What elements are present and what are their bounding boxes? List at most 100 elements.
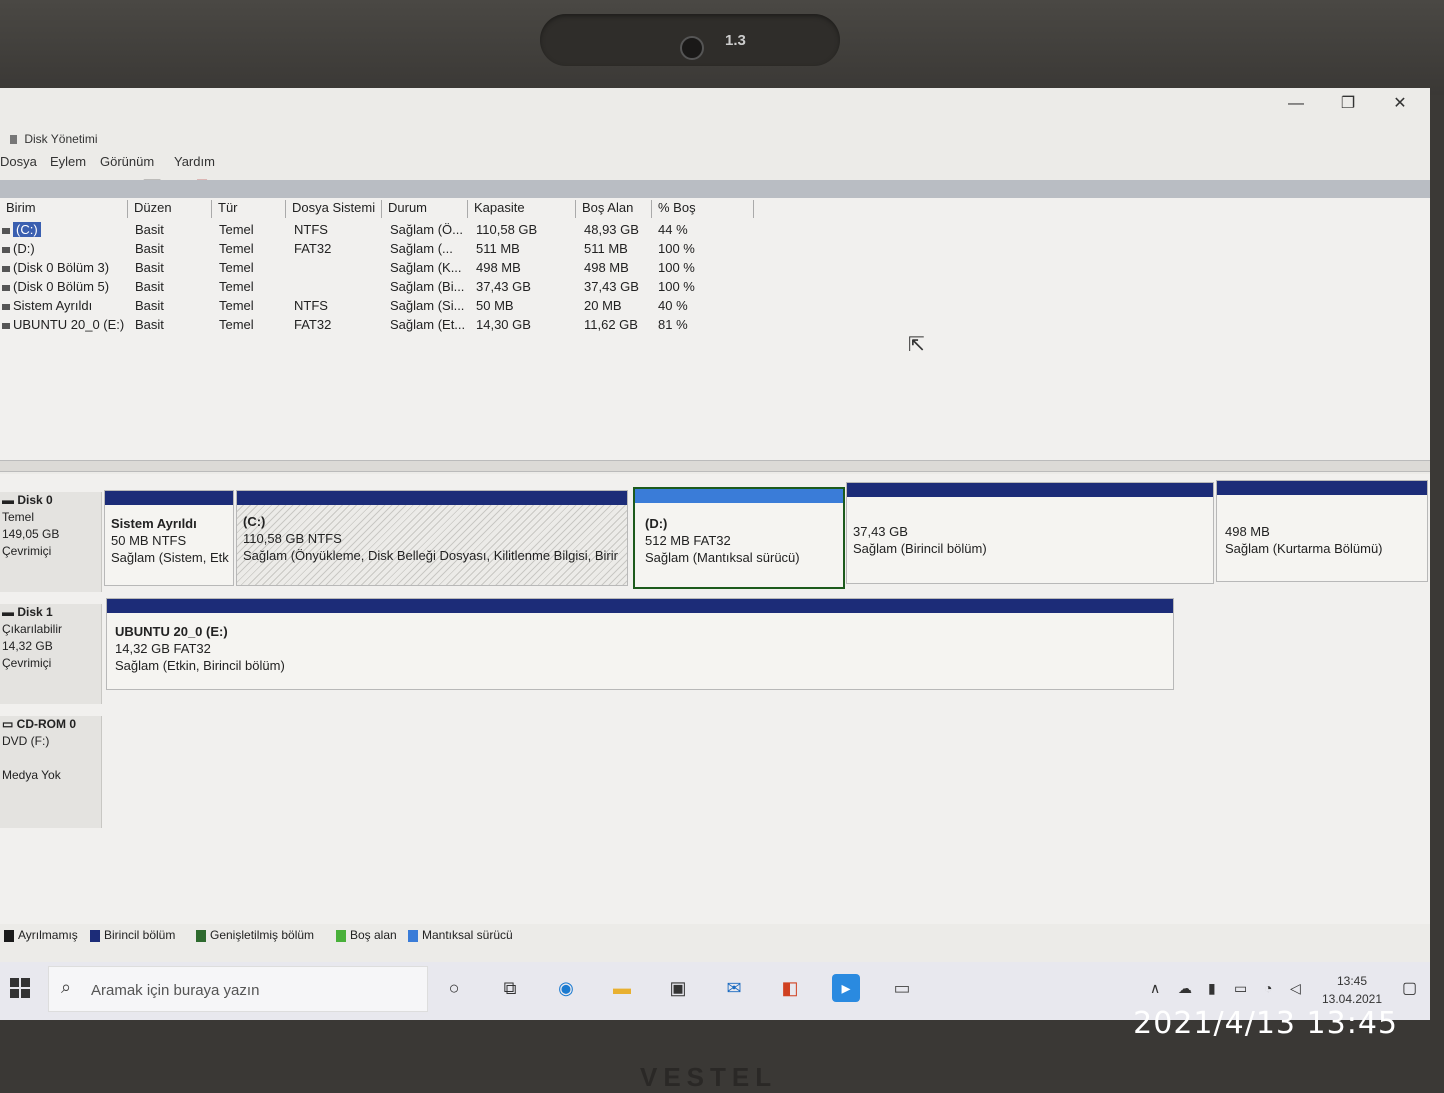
partition-system-reserved[interactable]: Sistem Ayrıldı 50 MB NTFS Sağlam (Sistem…: [104, 490, 234, 586]
pct-cell: 40 %: [658, 298, 688, 313]
legend-unallocated: Ayrılmamış: [4, 928, 78, 942]
column-header-bos-alan[interactable]: Boş Alan: [576, 200, 652, 218]
onedrive-icon[interactable]: ☁: [1178, 980, 1192, 997]
type-cell: Temel: [219, 241, 254, 256]
free-cell: 37,43 GB: [584, 279, 639, 294]
file-explorer-icon[interactable]: ▬: [608, 974, 636, 1002]
layout-cell: Basit: [135, 298, 164, 313]
partition-disk0-5[interactable]: 37,43 GB Sağlam (Birincil bölüm): [846, 482, 1214, 584]
partition-size: 498 MB: [1225, 524, 1270, 539]
table-row[interactable]: Sistem Ayrıldı Basit Temel NTFS Sağlam (…: [0, 298, 760, 316]
battery-icon[interactable]: ▭: [1234, 980, 1247, 997]
column-header-kapasite[interactable]: Kapasite: [468, 200, 576, 218]
primary-partition-band: [107, 599, 1173, 613]
drive-icon: [2, 284, 10, 291]
legend-free-space: Boş alan: [336, 928, 397, 942]
primary-partition-band: [105, 491, 233, 505]
table-row[interactable]: (Disk 0 Bölüm 3) Basit Temel Sağlam (K..…: [0, 260, 760, 278]
window-titlebar: Disk Yönetimi — ❐ ✕: [0, 88, 1430, 146]
partition-d[interactable]: (D:) 512 MB FAT32 Sağlam (Mantıksal sürü…: [633, 487, 845, 589]
task-view-icon[interactable]: ⧉: [496, 974, 524, 1002]
menu-gorunum[interactable]: Görünüm: [100, 154, 154, 169]
zoom-icon[interactable]: ▸: [832, 974, 860, 1002]
layout-cell: Basit: [135, 317, 164, 332]
taskbar-clock[interactable]: 13:45 13.04.2021: [1314, 972, 1390, 1008]
legend-extended: Genişletilmiş bölüm: [196, 928, 314, 942]
fs-cell: FAT32: [294, 241, 332, 256]
column-header-duzen[interactable]: Düzen: [128, 200, 212, 218]
partition-size: 512 MB FAT32: [645, 533, 731, 548]
status-cell: Sağlam (Et...: [390, 317, 466, 332]
cdrom-0-size: [2, 750, 101, 767]
cortana-icon[interactable]: ○: [440, 974, 468, 1002]
cdrom-0-label[interactable]: ▭ CD-ROM 0 DVD (F:) Medya Yok: [0, 716, 102, 828]
partition-status: Sağlam (Önyükleme, Disk Belleği Dosyası,…: [243, 548, 618, 563]
pct-cell: 81 %: [658, 317, 688, 332]
column-header-tur[interactable]: Tür: [212, 200, 286, 218]
office-icon[interactable]: ◧: [776, 974, 804, 1002]
notifications-icon[interactable]: ▢: [1402, 978, 1417, 998]
partition-size: 14,32 GB FAT32: [115, 641, 211, 656]
free-cell: 511 MB: [584, 241, 628, 256]
pane-splitter[interactable]: [0, 460, 1430, 472]
column-header-yuzde-bos[interactable]: % Boş: [652, 200, 754, 218]
partition-c[interactable]: (C:) 110,58 GB NTFS Sağlam (Önyükleme, D…: [236, 490, 628, 586]
wifi-icon[interactable]: ◔: [1264, 980, 1272, 996]
menu-eylem[interactable]: Eylem: [50, 154, 86, 169]
partition-name: UBUNTU 20_0 (E:): [115, 624, 228, 639]
close-button[interactable]: ✕: [1378, 92, 1422, 116]
status-cell: Sağlam (Ö...: [390, 222, 463, 237]
laptop-bezel-top: 1.3: [0, 0, 1444, 95]
partition-ubuntu-e[interactable]: UBUNTU 20_0 (E:) 14,32 GB FAT32 Sağlam (…: [106, 598, 1174, 690]
volume-cell: UBUNTU 20_0 (E:): [2, 317, 124, 332]
windows-start-icon[interactable]: [10, 978, 30, 998]
drive-icon: [2, 227, 10, 234]
table-row[interactable]: (D:) Basit Temel FAT32 Sağlam (... 511 M…: [0, 241, 760, 259]
table-row[interactable]: (C:) Basit Temel NTFS Sağlam (Ö... 110,5…: [0, 222, 760, 240]
maximize-button[interactable]: ❐: [1326, 92, 1370, 116]
table-row[interactable]: (Disk 0 Bölüm 5) Basit Temel Sağlam (Bi.…: [0, 279, 760, 297]
partition-size: 37,43 GB: [853, 524, 908, 539]
status-cell: Sağlam (K...: [390, 260, 462, 275]
disk-1-state: Çevrimiçi: [2, 656, 52, 670]
column-header-dosya-sistemi[interactable]: Dosya Sistemi: [286, 200, 382, 218]
edge-icon[interactable]: ◉: [552, 974, 580, 1002]
legend-swatch: [4, 929, 14, 942]
disk-0-size: 149,05 GB: [2, 527, 60, 541]
capacity-cell: 50 MB: [476, 298, 514, 313]
taskbar-search-box[interactable]: ⌕ Aramak için buraya yazın: [48, 966, 428, 1012]
disk-icon: ▬: [2, 493, 18, 507]
partition-recovery[interactable]: 498 MB Sağlam (Kurtarma Bölümü): [1216, 480, 1428, 582]
column-header-birim[interactable]: Birim: [0, 200, 128, 218]
type-cell: Temel: [219, 222, 254, 237]
capacity-cell: 511 MB: [476, 241, 520, 256]
microphone-icon[interactable]: ▮: [1208, 980, 1216, 997]
capacity-cell: 110,58 GB: [476, 222, 538, 237]
partition-status: Sağlam (Mantıksal sürücü): [645, 550, 800, 565]
store-icon[interactable]: ▣: [664, 974, 692, 1002]
menu-dosya[interactable]: Dosya: [0, 154, 37, 169]
volume-icon[interactable]: ◁: [1290, 980, 1301, 997]
chevron-up-icon[interactable]: ∧: [1150, 980, 1160, 997]
legend: Ayrılmamış Birincil bölüm Genişletilmiş …: [0, 926, 1430, 946]
mail-icon[interactable]: ✉: [720, 974, 748, 1002]
minimize-button[interactable]: —: [1274, 92, 1318, 116]
column-header-durum[interactable]: Durum: [382, 200, 468, 218]
disk-icon: ▬: [2, 605, 18, 619]
layout-cell: Basit: [135, 260, 164, 275]
drive-icon: [2, 246, 10, 253]
screen: Disk Yönetimi — ❐ ✕ Dosya Eylem Görünüm …: [0, 88, 1430, 1020]
disk-0-kind: Temel: [2, 510, 35, 524]
status-cell: Sağlam (...: [390, 241, 453, 256]
table-row[interactable]: UBUNTU 20_0 (E:) Basit Temel FAT32 Sağla…: [0, 317, 760, 335]
disk-1-label[interactable]: ▬ Disk 1 Çıkarılabilir 14,32 GB Çevrimiç…: [0, 604, 102, 704]
menu-yardim[interactable]: Yardım: [174, 154, 215, 169]
webcam-label: 1.3: [725, 32, 746, 49]
volume-list: Birim Düzen Tür Dosya Sistemi Durum Kapa…: [0, 198, 1430, 460]
disk-0-label[interactable]: ▬ Disk 0 Temel 149,05 GB Çevrimiçi: [0, 492, 102, 592]
fs-cell: NTFS: [294, 222, 328, 237]
status-cell: Sağlam (Si...: [390, 298, 465, 313]
disk-management-app-icon: [10, 135, 17, 145]
volume-cell: Sistem Ayrıldı: [2, 298, 92, 313]
disk-management-icon[interactable]: ▭: [888, 974, 916, 1002]
